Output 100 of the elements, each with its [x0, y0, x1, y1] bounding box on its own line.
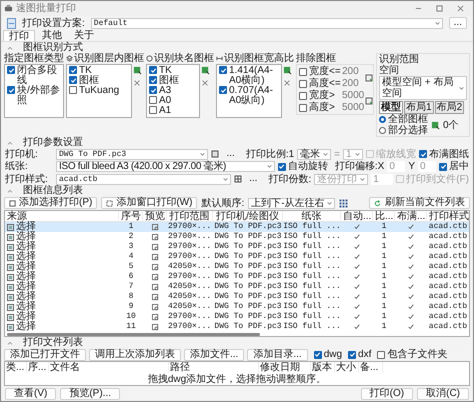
footer-button[interactable]: 打印(O) — [360, 388, 414, 400]
table-row[interactable]: 选择 5 42050×... DWG To PDF.pc3 ISO full ... 1 acad.ctb — [5, 262, 469, 272]
checkbox[interactable] — [299, 68, 307, 76]
preview-icon[interactable] — [152, 254, 158, 260]
checkbox[interactable] — [149, 76, 157, 84]
checkbox[interactable] — [278, 162, 286, 170]
minimize-icon[interactable] — [415, 5, 422, 12]
menu-tab[interactable]: 打印 — [3, 30, 35, 41]
checkbox[interactable] — [69, 76, 77, 84]
collapse-icon[interactable] — [7, 140, 13, 144]
close-icon[interactable] — [201, 79, 209, 87]
collapse-icon[interactable] — [7, 188, 13, 192]
group-title: 排除图框 — [296, 53, 337, 64]
checkbox[interactable] — [149, 106, 157, 114]
checkbox[interactable] — [299, 104, 307, 112]
printer-select[interactable]: DWG To PDF.pc3 — [56, 148, 208, 160]
menu-tab[interactable]: 其他 — [37, 30, 67, 41]
layout-tab[interactable]: 布局1 — [404, 101, 434, 114]
menu-tab[interactable]: 关于 — [69, 30, 99, 41]
checkbox[interactable] — [7, 86, 15, 94]
close-icon[interactable] — [133, 79, 141, 87]
properties-icon[interactable] — [211, 150, 220, 158]
add-button[interactable]: 添加窗口打印(W) — [101, 197, 198, 209]
space-select[interactable]: 模型空间 + 布局空间 — [379, 76, 467, 100]
footer-button[interactable]: 取消(C) — [417, 388, 469, 400]
refresh-button[interactable]: 刷新当前文件列表 — [369, 197, 470, 209]
table-row[interactable]: 选择 1 29700×... DWG To PDF.pc3 ISO full ... 1 acad.ctb — [5, 222, 469, 232]
checkbox[interactable] — [69, 66, 77, 74]
table-row[interactable]: 选择 6 29700×... DWG To PDF.pc3 ISO full ... 1 acad.ctb — [5, 272, 469, 282]
checkbox[interactable] — [149, 66, 157, 74]
layout-tab[interactable]: 布局2 — [434, 101, 464, 114]
table-row[interactable]: 选择 3 29700×... DWG To PDF.pc3 ISO full ... 1 acad.ctb — [5, 242, 469, 252]
checkbox[interactable] — [377, 350, 386, 358]
radio-button[interactable] — [379, 116, 386, 123]
checkbox[interactable] — [219, 66, 227, 74]
checkbox[interactable] — [149, 96, 157, 104]
pick-icon[interactable] — [283, 66, 292, 75]
unit-select[interactable]: 毫米 — [297, 148, 332, 160]
add-button[interactable]: 添加已打开文件 — [4, 348, 86, 360]
table-row[interactable]: 选择 4 29700×... DWG To PDF.pc3 ISO full ... 1 acad.ctb — [5, 252, 469, 262]
checkbox[interactable] — [419, 150, 427, 158]
collapse-icon[interactable] — [7, 340, 13, 344]
table-row[interactable]: 选择 9 42050×... DWG To PDF.pc3 ISO full ... 1 acad.ctb — [5, 302, 469, 312]
collapse-icon[interactable] — [7, 46, 13, 50]
scrollbar[interactable] — [7, 332, 260, 336]
table-cell-text: 29700×... — [167, 312, 212, 322]
style-select[interactable]: acad.ctb — [56, 174, 232, 184]
checkbox[interactable] — [348, 350, 356, 358]
table-row[interactable]: 选择 2 29700×... DWG To PDF.pc3 ISO full ... 1 acad.ctb — [5, 232, 469, 242]
value-field[interactable]: 200 — [342, 78, 363, 89]
grid-icon[interactable] — [338, 198, 348, 208]
preview-icon[interactable] — [152, 294, 158, 300]
footer-button[interactable]: 预览(P)... — [60, 388, 120, 400]
add-button[interactable]: 添加目录... — [247, 348, 308, 360]
table-row[interactable]: 选择 10 29700×... DWG To PDF.pc3 ISO full ... 1 acad.ctb — [5, 312, 469, 322]
table-cell-text: acad.ctb — [428, 282, 468, 292]
preview-icon[interactable] — [152, 314, 158, 320]
table-icon[interactable] — [234, 175, 242, 183]
preview-icon[interactable] — [152, 244, 158, 250]
checkbox[interactable] — [219, 86, 227, 94]
browse-button[interactable]: ... — [245, 173, 262, 185]
table-row[interactable]: 选择 11 29700×... DWG To PDF.pc3 ISO full ... 1 acad.ctb — [5, 322, 469, 332]
column-header: 备... — [359, 362, 383, 373]
checkbox[interactable] — [299, 80, 307, 88]
add-button[interactable]: 添加文件... — [184, 348, 244, 360]
preview-icon[interactable] — [152, 274, 158, 280]
value-field[interactable]: 5000 — [342, 102, 363, 113]
checkbox[interactable] — [69, 86, 77, 94]
checkbox[interactable] — [149, 86, 157, 94]
preview-icon[interactable] — [152, 284, 158, 290]
checkbox[interactable] — [299, 92, 307, 100]
radio-button[interactable] — [379, 127, 386, 134]
pick-icon[interactable] — [201, 66, 210, 75]
footer-button[interactable]: 查看(V) — [5, 388, 56, 400]
scheme-select[interactable]: Default — [90, 18, 443, 28]
checkbox[interactable] — [7, 66, 15, 74]
table-row[interactable]: 选择 7 42050×... DWG To PDF.pc3 ISO full ... 1 acad.ctb — [5, 282, 469, 292]
checkbox[interactable] — [439, 162, 447, 170]
layout-tab[interactable]: 模型 — [379, 101, 403, 114]
preview-icon[interactable] — [152, 224, 158, 230]
preview-icon[interactable] — [152, 324, 158, 330]
checkbox[interactable] — [314, 350, 322, 358]
preview-icon[interactable] — [152, 234, 158, 240]
browse-button[interactable]: ... — [222, 148, 239, 160]
paper-select[interactable]: ISO full bleed A3 (420.00 x 297.00 毫米) — [56, 161, 275, 172]
close-icon[interactable] — [283, 79, 291, 87]
value-field[interactable]: 200 — [342, 66, 363, 77]
close-icon[interactable] — [457, 5, 464, 12]
value-field[interactable]: 5000 — [342, 90, 363, 101]
preview-icon[interactable] — [152, 264, 158, 270]
browse-button[interactable]: ... — [448, 17, 467, 29]
order-select[interactable]: 上到下-从左往右 — [248, 198, 335, 208]
preview-icon[interactable] — [152, 304, 158, 310]
add-button[interactable]: 添加选择打印(P) — [4, 197, 98, 209]
add-button[interactable]: 调用上次添加列表 — [89, 348, 181, 360]
maximize-icon[interactable] — [436, 5, 443, 12]
table-row[interactable]: 选择 8 42050×... DWG To PDF.pc3 ISO full ... 1 acad.ctb — [5, 292, 469, 302]
checkbox-label: 缩放线宽 — [376, 148, 416, 160]
pick-icon[interactable] — [431, 120, 440, 130]
pick-icon[interactable] — [133, 66, 142, 75]
